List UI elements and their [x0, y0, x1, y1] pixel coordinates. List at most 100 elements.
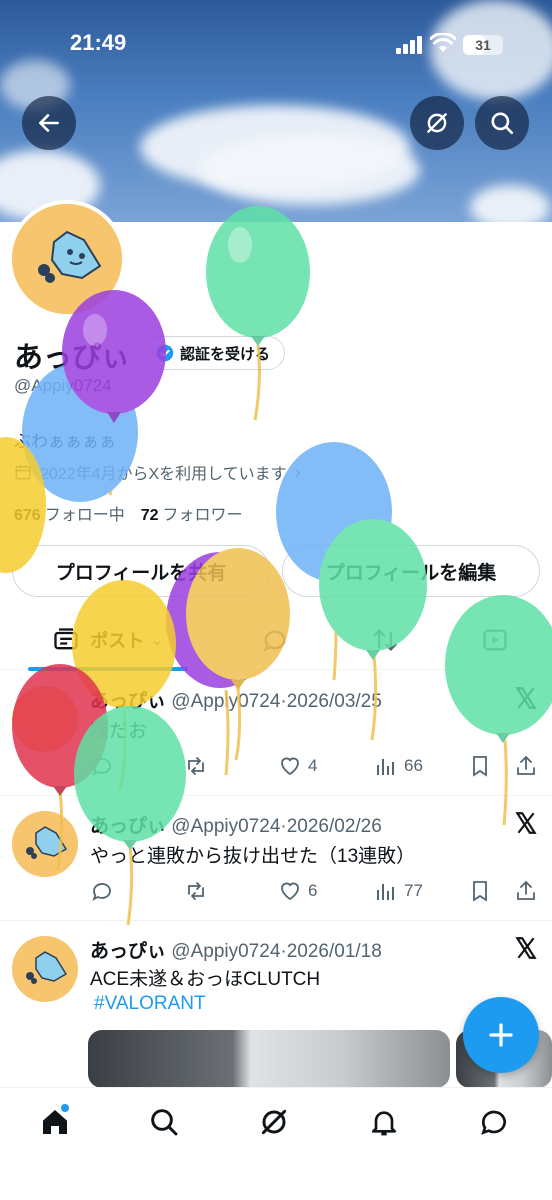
grok-icon — [427, 113, 447, 133]
posts-tab-icon — [54, 628, 78, 650]
tab-replies[interactable] — [250, 610, 300, 670]
followers-count: 72 — [140, 507, 159, 524]
share-profile-button[interactable]: プロフィールを共有 — [12, 545, 270, 597]
reply-button[interactable] — [90, 877, 114, 905]
x-logo-icon[interactable] — [513, 810, 539, 836]
signal-icon — [396, 36, 424, 54]
chevron-down-icon: ⌄ — [150, 632, 164, 649]
notification-dot — [61, 1104, 69, 1112]
x-logo-icon[interactable] — [513, 685, 539, 711]
like-count: 4 — [308, 756, 318, 775]
repost-button[interactable] — [184, 752, 208, 780]
nav-messages[interactable] — [464, 1104, 524, 1140]
tweet-hashtag[interactable]: #VALORANT — [94, 993, 206, 1015]
back-button[interactable] — [22, 96, 76, 150]
search-icon — [151, 1109, 178, 1136]
followers-label: フォロワー — [162, 507, 243, 524]
tweet-header: あっぴぃ @Appiy0724·2026/03/25 — [90, 686, 382, 713]
profile-bio: ぶわぁぁぁぁ — [14, 432, 116, 451]
joined-date: 2022年4月からXを利用しています › — [14, 460, 301, 484]
reply-button[interactable] — [90, 752, 114, 780]
tweet-item[interactable]: あっぴぃ @Appiy0724·2026/03/25 喋だお 4 66 — [0, 672, 552, 796]
avatar-character-icon — [12, 204, 122, 314]
following-count: 676 — [14, 507, 41, 524]
search-button[interactable] — [475, 96, 529, 150]
tweet-avatar[interactable] — [12, 936, 78, 1002]
nav-grok[interactable] — [244, 1104, 304, 1140]
followers-link[interactable]: 72 フォロワー — [141, 501, 243, 525]
bell-icon — [372, 1111, 396, 1136]
views-icon — [377, 759, 394, 775]
status-bar: 21:49 31 — [0, 0, 552, 90]
share-button[interactable] — [514, 752, 538, 780]
share-profile-label: プロフィールを共有 — [55, 562, 227, 584]
joined-text: 2022年4月からXを利用しています — [40, 466, 287, 483]
views-button[interactable]: 77 — [374, 877, 423, 905]
repost-button[interactable] — [184, 877, 208, 905]
tab-media[interactable] — [470, 610, 520, 670]
bottom-nav — [0, 1087, 552, 1200]
tweet-header: あっぴぃ @Appiy0724·2026/02/26 — [90, 811, 382, 838]
repost-tab-icon — [373, 629, 397, 651]
avatar-character-icon — [26, 826, 68, 859]
bookmark-button[interactable] — [468, 877, 492, 905]
tweet-avatar[interactable] — [12, 811, 78, 877]
search-icon — [491, 112, 514, 135]
tab-posts[interactable]: ポスト ⌄ — [28, 610, 188, 671]
view-count: 66 — [404, 756, 423, 775]
video-tab-icon — [483, 629, 507, 651]
following-link[interactable]: 676 フォロー中 — [14, 501, 125, 525]
reply-icon — [92, 758, 111, 776]
share-button[interactable] — [514, 877, 538, 905]
profile-tabs: ポスト ⌄ — [0, 610, 552, 671]
profile-avatar[interactable] — [8, 200, 126, 318]
tweet-item[interactable]: あっぴぃ @Appiy0724·2026/02/26 やっと連敗から抜け出せた（… — [0, 797, 552, 921]
wifi-icon — [430, 33, 456, 52]
tweet-text: やっと連敗から抜け出せた（13連敗） — [90, 846, 416, 867]
tweet-actions: 6 77 — [90, 877, 544, 905]
like-button[interactable]: 4 — [278, 752, 317, 780]
reply-icon — [92, 883, 111, 901]
bookmark-icon — [473, 881, 487, 902]
tweet-text: 喋だお — [90, 721, 148, 742]
nav-home[interactable] — [25, 1104, 85, 1140]
following-label: フォロー中 — [44, 507, 125, 524]
tweet-author-name: あっぴぃ — [90, 941, 167, 962]
nav-notifications[interactable] — [354, 1104, 414, 1140]
compose-button[interactable] — [463, 997, 539, 1073]
x-logo-icon[interactable] — [513, 935, 539, 961]
tweet-author-name: あっぴぃ — [90, 691, 167, 712]
view-count: 77 — [404, 881, 423, 900]
bookmark-icon — [473, 756, 487, 777]
tweet-actions: 4 66 — [90, 752, 544, 780]
tweet-header: あっぴぃ @Appiy0724·2026/01/18 — [90, 936, 382, 963]
tweet-meta: @Appiy0724·2026/01/18 — [171, 941, 382, 962]
profile-handle: @Appiy0724 — [14, 376, 112, 395]
display-name: あっぴぃ — [14, 342, 131, 374]
avatar-character-icon — [26, 951, 68, 984]
chat-icon — [481, 1110, 506, 1135]
nav-search[interactable] — [134, 1104, 194, 1140]
arrow-left-icon — [39, 114, 59, 132]
grok-icon — [261, 1109, 287, 1135]
balloon-icon — [206, 206, 310, 421]
get-verified-button[interactable]: 認証を受ける — [143, 336, 286, 370]
like-button[interactable]: 6 — [278, 877, 317, 905]
status-time: 21:49 — [70, 30, 127, 55]
tab-reposts[interactable] — [360, 610, 410, 670]
bookmark-button[interactable] — [468, 752, 492, 780]
share-icon — [517, 880, 535, 900]
repost-icon — [188, 757, 204, 775]
grok-button[interactable] — [410, 96, 464, 150]
get-verified-label: 認証を受ける — [180, 345, 271, 363]
tab-posts-label: ポスト — [90, 631, 145, 651]
edit-profile-button[interactable]: プロフィールを編集 — [282, 545, 540, 597]
heart-icon — [281, 757, 299, 776]
views-button[interactable]: 66 — [374, 752, 423, 780]
tweet-avatar[interactable] — [12, 686, 78, 752]
repost-icon — [188, 882, 204, 900]
follow-stats: 676 フォロー中 72 フォロワー — [14, 501, 243, 525]
tweet-meta: @Appiy0724·2026/03/25 — [171, 691, 382, 712]
tweet-media-image[interactable] — [88, 1030, 450, 1088]
battery-level-text: 31 — [475, 37, 491, 53]
